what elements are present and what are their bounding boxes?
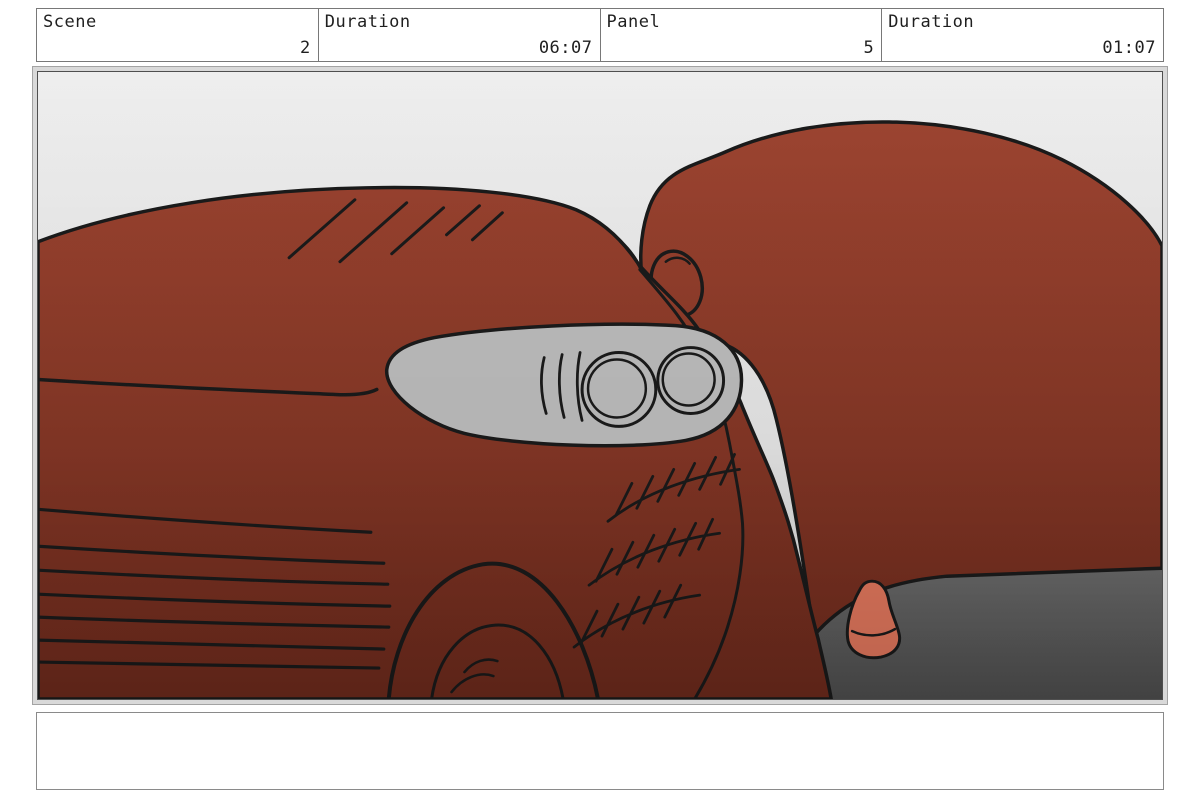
storyboard-page: Scene 2 Duration 06:07 Panel 5 Duration …	[0, 0, 1202, 794]
storyboard-panel-frame	[32, 66, 1168, 705]
scene-duration-cell: Duration 06:07	[319, 9, 601, 61]
scene-duration-label: Duration	[325, 12, 411, 32]
scene-duration-value: 06:07	[539, 38, 593, 58]
panel-duration-label: Duration	[888, 12, 974, 32]
panel-duration-value: 01:07	[1102, 38, 1156, 58]
shade-overlay	[38, 72, 1162, 699]
sketch-ink	[38, 72, 1162, 699]
panel-info-bar: Scene 2 Duration 06:07 Panel 5 Duration …	[36, 8, 1164, 62]
scene-label: Scene	[43, 12, 97, 32]
scene-value: 2	[300, 38, 311, 58]
panel-cell: Panel 5	[601, 9, 883, 61]
panel-duration-cell: Duration 01:07	[882, 9, 1163, 61]
storyboard-drawing	[38, 72, 1162, 699]
panel-value: 5	[864, 38, 875, 58]
scene-cell: Scene 2	[37, 9, 319, 61]
storyboard-canvas[interactable]	[37, 71, 1163, 700]
panel-label: Panel	[607, 12, 661, 32]
notes-box[interactable]	[36, 712, 1164, 790]
